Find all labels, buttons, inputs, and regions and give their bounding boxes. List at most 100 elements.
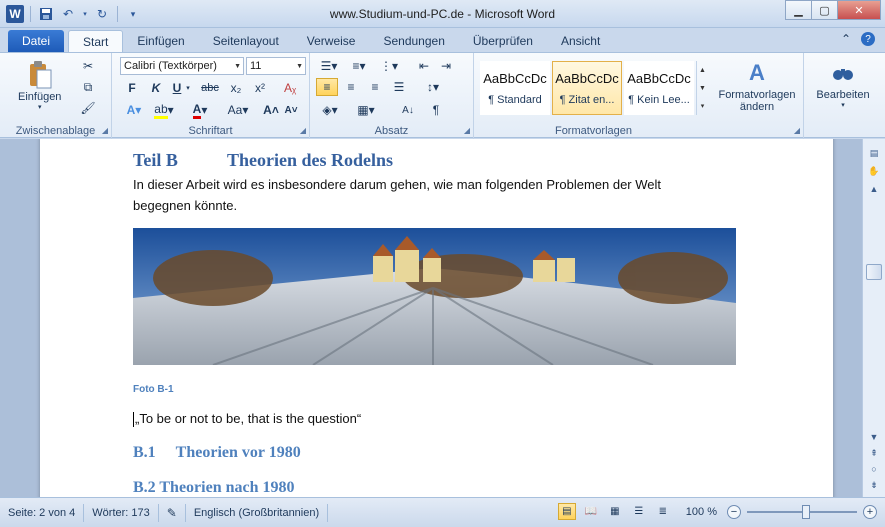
hand-icon[interactable]: ✋ bbox=[866, 163, 882, 179]
grow-font-icon[interactable]: A˄ bbox=[262, 101, 280, 119]
font-size-dropdown-icon[interactable]: ▼ bbox=[296, 63, 303, 70]
style-kein-leerraum[interactable]: AaBbCcDc ¶ Kein Lee... bbox=[624, 61, 694, 115]
close-button[interactable]: ✕ bbox=[837, 0, 881, 20]
editing-label: Bearbeiten bbox=[816, 89, 870, 101]
multilevel-list-icon[interactable]: ⋮▾ bbox=[376, 57, 402, 75]
zoom-in-icon[interactable]: + bbox=[863, 504, 877, 519]
paste-dropdown-icon[interactable]: ▾ bbox=[38, 103, 42, 111]
tab-start[interactable]: Start bbox=[68, 30, 124, 52]
web-layout-icon[interactable]: ▦ bbox=[606, 503, 624, 520]
ruler-toggle-icon[interactable]: ▤ bbox=[866, 145, 882, 161]
draft-view-icon[interactable]: ≣ bbox=[654, 503, 672, 520]
word-count[interactable]: Wörter: 173 bbox=[84, 503, 159, 522]
heading-teil-b[interactable]: Teil B Theorien des Rodelns bbox=[133, 150, 393, 171]
shrink-font-icon[interactable]: A˅ bbox=[282, 101, 300, 119]
strikethrough-button[interactable]: abc bbox=[198, 79, 222, 97]
vertical-scrollbar[interactable]: ▤ ✋ ▲ ▼ ⇞ ○ ⇟ bbox=[862, 139, 885, 497]
highlight-icon[interactable]: ab ▾ bbox=[152, 101, 176, 119]
zoom-out-icon[interactable]: − bbox=[727, 504, 741, 519]
document-area[interactable]: Teil B Theorien des Rodelns In dieser Ar… bbox=[0, 139, 862, 497]
justify-icon[interactable]: ☰ bbox=[388, 78, 410, 96]
panorama-photo[interactable] bbox=[133, 228, 736, 365]
align-right-icon[interactable]: ≡ bbox=[364, 78, 386, 96]
bold-button[interactable]: F bbox=[122, 79, 142, 97]
zoom-level[interactable]: 100 % bbox=[686, 506, 717, 518]
tab-view[interactable]: Ansicht bbox=[547, 30, 614, 52]
change-case-icon[interactable]: Aa▾ bbox=[224, 101, 252, 119]
tab-review[interactable]: Überprüfen bbox=[459, 30, 547, 52]
bullets-icon[interactable]: ☰▾ bbox=[316, 57, 342, 75]
page-count[interactable]: Seite: 2 von 4 bbox=[0, 503, 85, 522]
editing-dropdown-icon[interactable]: ▾ bbox=[841, 101, 845, 109]
style-standard-name: ¶ Standard bbox=[488, 93, 542, 106]
scroll-up-icon[interactable]: ▲ bbox=[866, 181, 882, 197]
quote-line[interactable]: „To be or not to be, that is the questio… bbox=[133, 411, 361, 428]
font-name-combo[interactable]: Calibri (Textkörper) ▼ bbox=[120, 57, 244, 75]
ribbon-tabs: Datei Start Einfügen Seitenlayout Verwei… bbox=[0, 28, 885, 52]
print-layout-view-icon[interactable]: ▤ bbox=[557, 503, 576, 520]
clipboard-launcher-icon[interactable]: ◢ bbox=[102, 126, 108, 135]
tab-file[interactable]: Datei bbox=[8, 30, 65, 52]
scrollbar-thumb[interactable] bbox=[866, 264, 882, 280]
tab-mailings[interactable]: Sendungen bbox=[369, 30, 458, 52]
style-kein-leerraum-name: ¶ Kein Lee... bbox=[628, 93, 690, 106]
heading-b1-number: B.1 bbox=[133, 444, 156, 461]
editing-button[interactable]: Bearbeiten ▾ bbox=[808, 57, 878, 109]
paste-button[interactable]: Einfügen ▾ bbox=[18, 59, 61, 111]
status-right-controls: ▤ 📖 ▦ ☰ ≣ 100 % − + bbox=[557, 503, 877, 520]
borders-icon[interactable]: ▦▾ bbox=[352, 101, 380, 119]
previous-page-icon[interactable]: ⇞ bbox=[866, 445, 882, 461]
numbering-icon[interactable]: ≡▾ bbox=[346, 57, 372, 75]
clear-formatting-icon[interactable]: Aᵪ bbox=[280, 79, 300, 97]
document-page[interactable]: Teil B Theorien des Rodelns In dieser Ar… bbox=[40, 139, 833, 497]
full-screen-reading-icon[interactable]: 📖 bbox=[582, 503, 600, 520]
subscript-button[interactable]: x₂ bbox=[226, 79, 246, 97]
heading-b1[interactable]: B.1 Theorien vor 1980 bbox=[133, 444, 301, 462]
zoom-slider-thumb[interactable] bbox=[802, 504, 810, 519]
help-icon[interactable]: ? bbox=[861, 32, 875, 46]
styles-scroll-up-icon[interactable]: ▲ bbox=[697, 61, 708, 79]
heading-b2[interactable]: B.2 Theorien nach 1980 bbox=[133, 479, 295, 497]
proofing-icon[interactable]: ✎ bbox=[159, 503, 186, 522]
align-left-icon[interactable]: ≡ bbox=[316, 78, 338, 96]
font-launcher-icon[interactable]: ◢ bbox=[300, 126, 306, 135]
font-size-combo[interactable]: 11 ▼ bbox=[246, 57, 306, 75]
next-page-icon[interactable]: ⇟ bbox=[866, 477, 882, 493]
photo-caption[interactable]: Foto B-1 bbox=[133, 384, 174, 395]
decrease-indent-icon[interactable]: ⇤ bbox=[414, 57, 434, 75]
minimize-button[interactable]: ▁ bbox=[785, 0, 811, 20]
text-effects-icon[interactable]: A▾ bbox=[122, 101, 146, 119]
maximize-button[interactable]: ▢ bbox=[811, 0, 837, 20]
outline-view-icon[interactable]: ☰ bbox=[630, 503, 648, 520]
styles-more-icon[interactable]: ▾ bbox=[697, 97, 708, 115]
font-color-icon[interactable]: A ▾ bbox=[188, 101, 212, 119]
body-paragraph[interactable]: In dieser Arbeit wird es insbesondere da… bbox=[133, 174, 703, 216]
align-center-icon[interactable]: ≡ bbox=[340, 78, 362, 96]
language-indicator[interactable]: Englisch (Großbritannien) bbox=[186, 503, 329, 522]
styles-launcher-icon[interactable]: ◢ bbox=[794, 126, 800, 135]
style-standard[interactable]: AaBbCcDc ¶ Standard bbox=[480, 61, 550, 115]
sort-icon[interactable]: A↓ bbox=[398, 101, 418, 119]
show-formatting-marks-icon[interactable]: ¶ bbox=[426, 101, 446, 119]
shading-icon[interactable]: ◈▾ bbox=[316, 101, 344, 119]
increase-indent-icon[interactable]: ⇥ bbox=[436, 57, 456, 75]
format-painter-icon[interactable]: 🖌 bbox=[78, 99, 98, 117]
change-styles-button[interactable]: A Formatvorlagen ändern bbox=[714, 57, 800, 113]
styles-scroll-down-icon[interactable]: ▼ bbox=[697, 79, 708, 97]
minimize-ribbon-icon[interactable]: ⌃ bbox=[841, 32, 851, 46]
superscript-button[interactable]: x² bbox=[250, 79, 270, 97]
italic-button[interactable]: K bbox=[146, 79, 166, 97]
cut-icon[interactable]: ✂ bbox=[78, 57, 98, 75]
line-spacing-icon[interactable]: ↕▾ bbox=[420, 78, 446, 96]
tab-insert[interactable]: Einfügen bbox=[123, 30, 198, 52]
underline-dropdown-icon[interactable]: ▾ bbox=[184, 79, 192, 97]
style-zitat[interactable]: AaBbCcDc ¶ Zitat en... bbox=[552, 61, 622, 115]
tab-references[interactable]: Verweise bbox=[293, 30, 370, 52]
browse-object-icon[interactable]: ○ bbox=[866, 461, 882, 477]
zoom-slider[interactable] bbox=[747, 504, 857, 519]
copy-icon[interactable]: ⧉ bbox=[78, 78, 98, 96]
paragraph-launcher-icon[interactable]: ◢ bbox=[464, 126, 470, 135]
tab-page-layout[interactable]: Seitenlayout bbox=[199, 30, 293, 52]
font-name-dropdown-icon[interactable]: ▼ bbox=[234, 63, 241, 70]
scroll-down-icon[interactable]: ▼ bbox=[866, 429, 882, 445]
